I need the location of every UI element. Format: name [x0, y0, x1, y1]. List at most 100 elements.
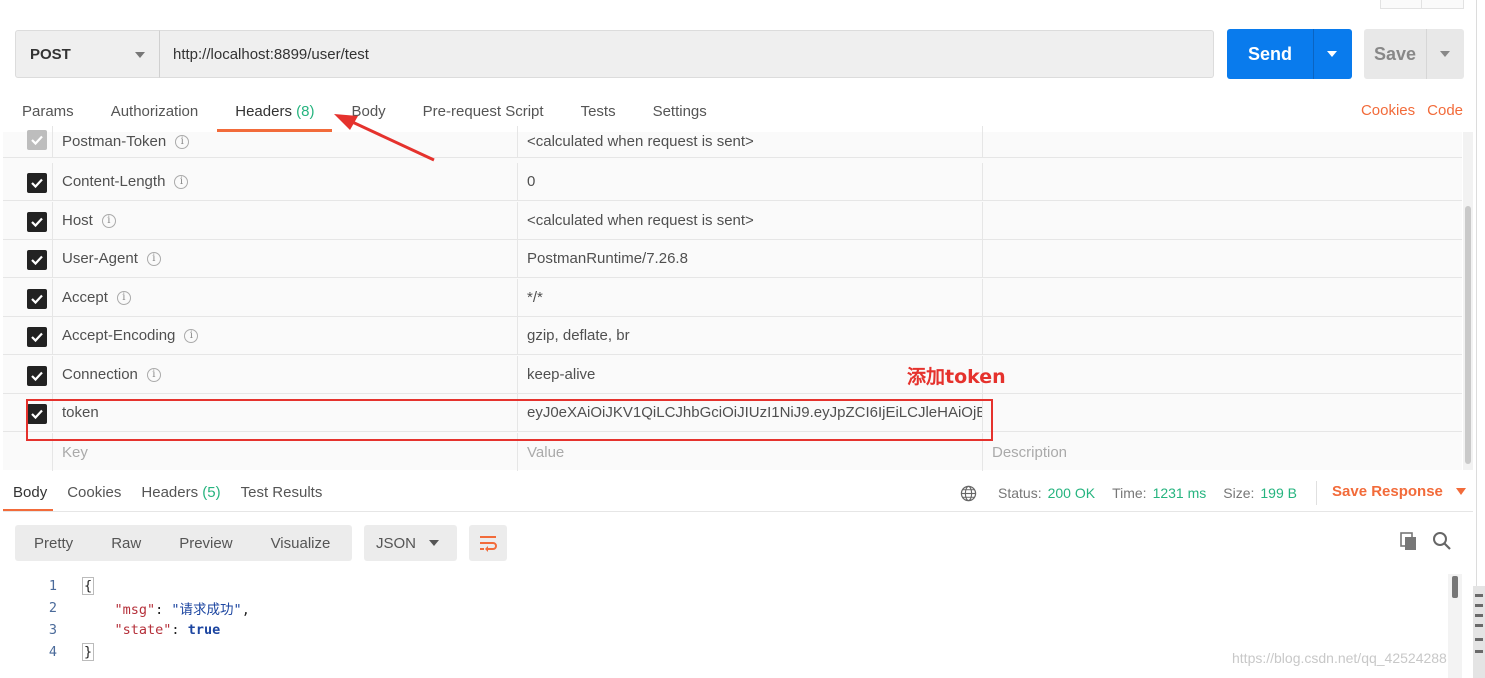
code-line: 3 "state": true	[0, 619, 220, 641]
format-label: JSON	[376, 534, 417, 552]
check-icon	[31, 294, 43, 305]
send-button[interactable]: Send	[1227, 29, 1352, 79]
info-icon[interactable]: i	[175, 134, 190, 149]
check-icon	[31, 332, 43, 343]
table-row: Postman-Token i <calculated when request …	[3, 126, 1462, 158]
status-label: Status:	[998, 485, 1042, 501]
json-close-brace: }	[82, 643, 95, 661]
scrollbar-thumb[interactable]	[1465, 206, 1471, 464]
send-label: Send	[1247, 43, 1292, 64]
send-divider	[1313, 29, 1314, 79]
header-checkbox[interactable]	[27, 130, 47, 150]
header-description[interactable]	[983, 240, 1462, 277]
header-value[interactable]: keep-alive	[527, 366, 595, 383]
header-checkbox[interactable]	[27, 250, 47, 270]
info-icon[interactable]: i	[146, 251, 161, 266]
info-icon[interactable]: i	[174, 174, 189, 189]
top-toolbar-stub	[1380, 0, 1464, 9]
save-button[interactable]: Save	[1364, 29, 1464, 79]
key-placeholder[interactable]: Key	[62, 444, 88, 461]
info-icon[interactable]: i	[101, 213, 116, 228]
code-line: 1 {	[0, 575, 95, 597]
code-scrollbar[interactable]	[1448, 574, 1462, 678]
tab-response-cookies[interactable]: Cookies	[67, 482, 121, 512]
url-input[interactable]: http://localhost:8899/user/test	[159, 30, 1214, 78]
tab-label: Cookies	[67, 484, 122, 501]
divider	[1316, 481, 1317, 505]
tab-response-body[interactable]: Body	[2, 482, 54, 512]
header-description[interactable]	[983, 317, 1462, 354]
header-description[interactable]	[983, 126, 1462, 157]
tab-response-headers[interactable]: Headers (5)	[141, 482, 220, 512]
header-key[interactable]: User-Agent	[62, 250, 138, 267]
copy-icon[interactable]	[1399, 531, 1419, 551]
save-options-chevron-icon[interactable]	[1440, 51, 1450, 57]
description-placeholder[interactable]: Description	[992, 444, 1067, 461]
header-key[interactable]: Host	[62, 212, 93, 229]
info-icon[interactable]: i	[116, 290, 131, 305]
status-value[interactable]: 200 OK	[1048, 485, 1095, 501]
info-icon[interactable]: i	[146, 367, 161, 382]
minimap[interactable]	[1473, 586, 1485, 678]
header-value[interactable]: <calculated when request is sent>	[527, 212, 754, 229]
header-checkbox[interactable]	[27, 289, 47, 309]
header-key[interactable]: Postman-Token	[62, 133, 166, 150]
header-checkbox[interactable]	[27, 366, 47, 386]
header-description[interactable]	[983, 356, 1462, 393]
header-value[interactable]: gzip, deflate, br	[527, 327, 630, 344]
tab-label: Headers	[141, 484, 199, 501]
save-response-label: Save Response	[1332, 483, 1443, 500]
view-pretty[interactable]: Pretty	[15, 535, 92, 552]
tab-label: Pre-request Script	[422, 103, 544, 120]
globe-icon[interactable]	[960, 485, 977, 502]
header-value[interactable]: */*	[527, 289, 543, 306]
header-description[interactable]	[983, 163, 1462, 200]
header-value[interactable]: 0	[527, 173, 535, 190]
header-description[interactable]	[983, 279, 1462, 316]
method-select[interactable]: POST	[15, 30, 160, 78]
tab-test-results[interactable]: Test Results	[241, 482, 323, 512]
header-key[interactable]: Connection	[62, 366, 138, 383]
view-preview[interactable]: Preview	[160, 535, 251, 552]
json-key: "msg"	[114, 602, 156, 618]
json-string: "请求成功"	[171, 602, 242, 618]
save-response-button[interactable]: Save Response	[1332, 483, 1466, 500]
size-value[interactable]: 199 B	[1260, 485, 1297, 501]
headers-scrollbar[interactable]	[1463, 132, 1473, 470]
header-checkbox[interactable]	[27, 173, 47, 193]
tab-label: Test Results	[240, 484, 323, 501]
value-placeholder[interactable]: Value	[527, 444, 564, 461]
check-icon	[31, 135, 43, 146]
header-key[interactable]: Accept-Encoding	[62, 327, 175, 344]
save-divider	[1426, 29, 1427, 79]
view-mode-selector: Pretty Raw Preview Visualize	[15, 525, 352, 561]
json-open-brace: {	[82, 577, 95, 595]
line-number: 4	[48, 644, 57, 660]
time-value[interactable]: 1231 ms	[1153, 485, 1207, 501]
view-visualize[interactable]: Visualize	[252, 535, 350, 552]
tab-count: (5)	[202, 484, 221, 501]
code-link[interactable]: Code	[1427, 102, 1463, 119]
cookies-link[interactable]: Cookies	[1361, 102, 1415, 119]
header-checkbox[interactable]	[27, 327, 47, 347]
header-value[interactable]: PostmanRuntime/7.26.8	[527, 250, 688, 267]
header-checkbox[interactable]	[27, 212, 47, 232]
send-options-chevron-icon[interactable]	[1327, 51, 1337, 57]
code-line: 2 "msg": "请求成功",	[0, 597, 250, 619]
wrap-lines-button[interactable]	[469, 525, 507, 561]
header-value[interactable]: <calculated when request is sent>	[527, 133, 754, 150]
header-description[interactable]	[983, 394, 1462, 431]
chevron-down-icon	[1455, 488, 1466, 495]
response-body-editor[interactable]: 1 { 2 "msg": "请求成功", 3 "state": true 4 }	[0, 574, 1448, 678]
header-description[interactable]	[983, 202, 1462, 239]
info-icon[interactable]: i	[184, 328, 199, 343]
view-raw[interactable]: Raw	[92, 535, 160, 552]
check-icon	[31, 371, 43, 382]
format-select[interactable]: JSON	[364, 525, 457, 561]
line-number: 2	[48, 600, 57, 616]
header-key[interactable]: Accept	[62, 289, 108, 306]
chevron-down-icon	[135, 52, 145, 58]
scrollbar-thumb[interactable]	[1452, 576, 1458, 598]
search-icon[interactable]	[1432, 531, 1452, 551]
header-key[interactable]: Content-Length	[62, 173, 165, 190]
